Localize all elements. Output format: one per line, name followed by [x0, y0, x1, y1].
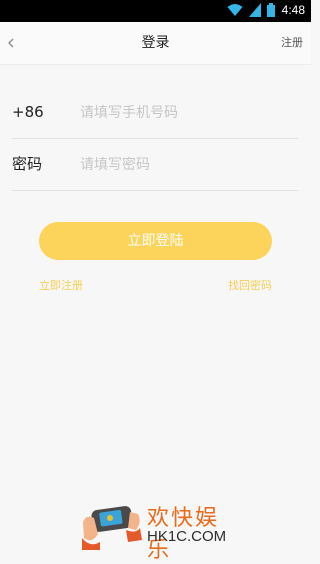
watermark: 欢快娱乐 HK1C.COM [80, 494, 240, 563]
status-icons [227, 3, 275, 17]
nav-bar: 登录 注册 [0, 22, 311, 65]
password-field: 密码 [12, 138, 298, 191]
password-label: 密码 [12, 155, 43, 173]
status-time: 4:48 [281, 3, 305, 17]
country-code-label[interactable]: +86 [12, 86, 44, 138]
phone-field: +86 [12, 86, 298, 139]
signal-icon [249, 3, 261, 17]
gamepad-hands-icon [82, 506, 142, 550]
phone-input[interactable] [78, 100, 292, 126]
battery-icon [267, 3, 275, 17]
register-nav-button[interactable]: 注册 [281, 22, 303, 64]
page-title: 登录 [141, 35, 170, 51]
login-button[interactable]: 立即登陆 [39, 222, 272, 260]
forgot-password-link[interactable]: 找回密码 [228, 277, 272, 293]
register-link[interactable]: 立即注册 [39, 277, 83, 293]
wifi-icon [227, 4, 243, 16]
status-bar: 4:48 [0, 0, 311, 22]
password-input[interactable] [78, 152, 292, 178]
watermark-site: HK1C.COM [147, 528, 227, 545]
